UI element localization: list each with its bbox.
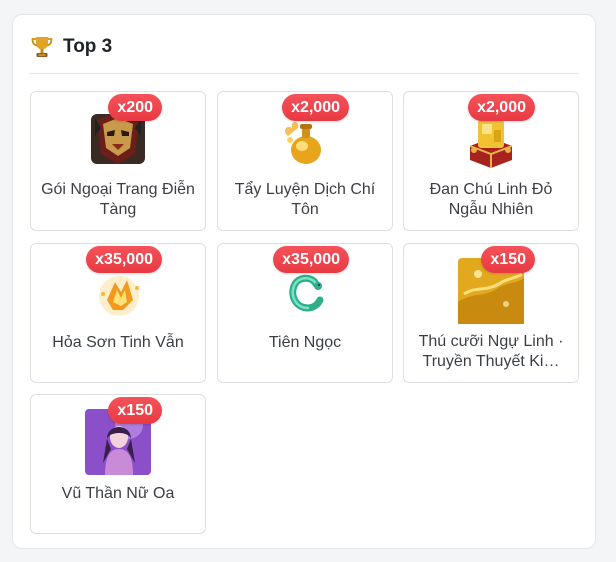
quantity-badge: x2,000 <box>468 94 535 121</box>
panel-title: Top 3 <box>63 36 113 57</box>
reward-name: Vũ Thần Nữ Oa <box>61 485 175 502</box>
quantity-badge: x150 <box>108 397 162 424</box>
reward-card[interactable]: x200 Gói Ngoại Trang Điễn Tàng <box>30 91 206 231</box>
quantity-badge: x35,000 <box>273 246 349 273</box>
reward-name: Tiên Ngọc <box>268 334 342 351</box>
quantity-badge: x150 <box>481 246 535 273</box>
trophy-icon <box>31 37 53 57</box>
reward-card[interactable]: x150 Vũ Thần Nữ Oa <box>30 394 206 534</box>
reward-card[interactable]: x35,000 Hỏa Sơn Tinh Vẫn <box>30 243 206 383</box>
reward-card[interactable]: x150 Thú cưỡi Ngự Linh · Truyền Thuyết K… <box>403 243 579 383</box>
reward-card[interactable]: x2,000 Tẩy Luyện Dịch Chí Tôn <box>217 91 393 231</box>
top-rewards-panel: Top 3 x200 Gói Ngoại Trang Điễn Tàng x2,… <box>12 14 596 549</box>
header-divider <box>30 73 578 74</box>
quantity-badge: x200 <box>108 94 162 121</box>
reward-name: Tẩy Luyện Dịch Chí Tôn <box>234 181 376 218</box>
reward-name: Thú cưỡi Ngự Linh · Truyền Thuyết Ki… <box>418 333 564 370</box>
reward-card[interactable]: x2,000 Đan Chú Linh Đỏ Ngẫu Nhiên <box>403 91 579 231</box>
panel-header: Top 3 <box>31 34 577 60</box>
reward-card[interactable]: x35,000 Tiên Ngọc <box>217 243 393 383</box>
quantity-badge: x35,000 <box>86 246 162 273</box>
reward-name: Gói Ngoại Trang Điễn Tàng <box>41 181 195 218</box>
reward-name: Đan Chú Linh Đỏ Ngẫu Nhiên <box>429 181 553 218</box>
quantity-badge: x2,000 <box>282 94 349 121</box>
reward-name: Hỏa Sơn Tinh Vẫn <box>52 334 184 351</box>
